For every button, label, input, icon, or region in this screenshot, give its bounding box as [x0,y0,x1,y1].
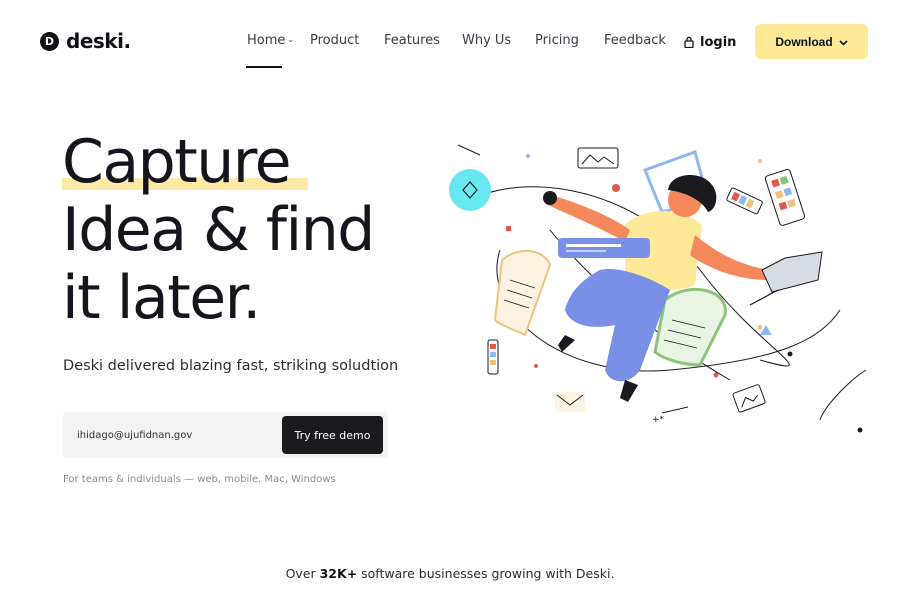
chevron-down-icon [839,34,848,49]
social-proof-count: 32K+ [319,566,358,581]
platforms-note: For teams & individuals — web, mobile, M… [63,474,336,485]
nav-item-why-us[interactable]: Why Us [462,33,511,48]
lock-icon [684,33,694,52]
hero-illustration: +* [449,144,867,433]
nav-item-features[interactable]: Features [384,33,440,48]
login-label: login [700,35,737,50]
hero-title: Capture Idea & find it later. [62,127,375,333]
logo[interactable]: D deski. [40,29,131,53]
login-link[interactable]: login [684,33,736,52]
hero-title-line: Capture [62,127,292,197]
chevron-down-icon: ⌄ [287,35,295,44]
hero-subtitle: Deski delivered blazing fast, striking s… [63,358,399,374]
email-field[interactable] [77,426,267,444]
social-proof-suffix: software businesses growing with Deski. [357,566,615,581]
logo-mark: D [40,31,59,51]
hero-title-line: Idea & find [62,195,375,265]
nav-item-pricing[interactable]: Pricing [535,33,579,48]
nav-item-home[interactable]: Home ⌄ [247,33,294,48]
svg-text:+*: +* [652,415,665,425]
nav-item-feedback[interactable]: Feedback [604,33,666,48]
try-free-demo-button[interactable]: Try free demo [282,416,383,454]
logo-text: deski. [66,29,131,53]
download-button[interactable]: Download [755,24,868,59]
nav-item-label: Home [247,33,286,48]
social-proof: Over 32K+ software businesses growing wi… [0,566,900,581]
download-label: Download [775,34,833,49]
social-proof-prefix: Over [285,566,320,581]
hero-title-line: it later. [62,263,261,333]
active-nav-indicator [246,66,282,68]
nav-item-product[interactable]: Product [310,33,359,48]
